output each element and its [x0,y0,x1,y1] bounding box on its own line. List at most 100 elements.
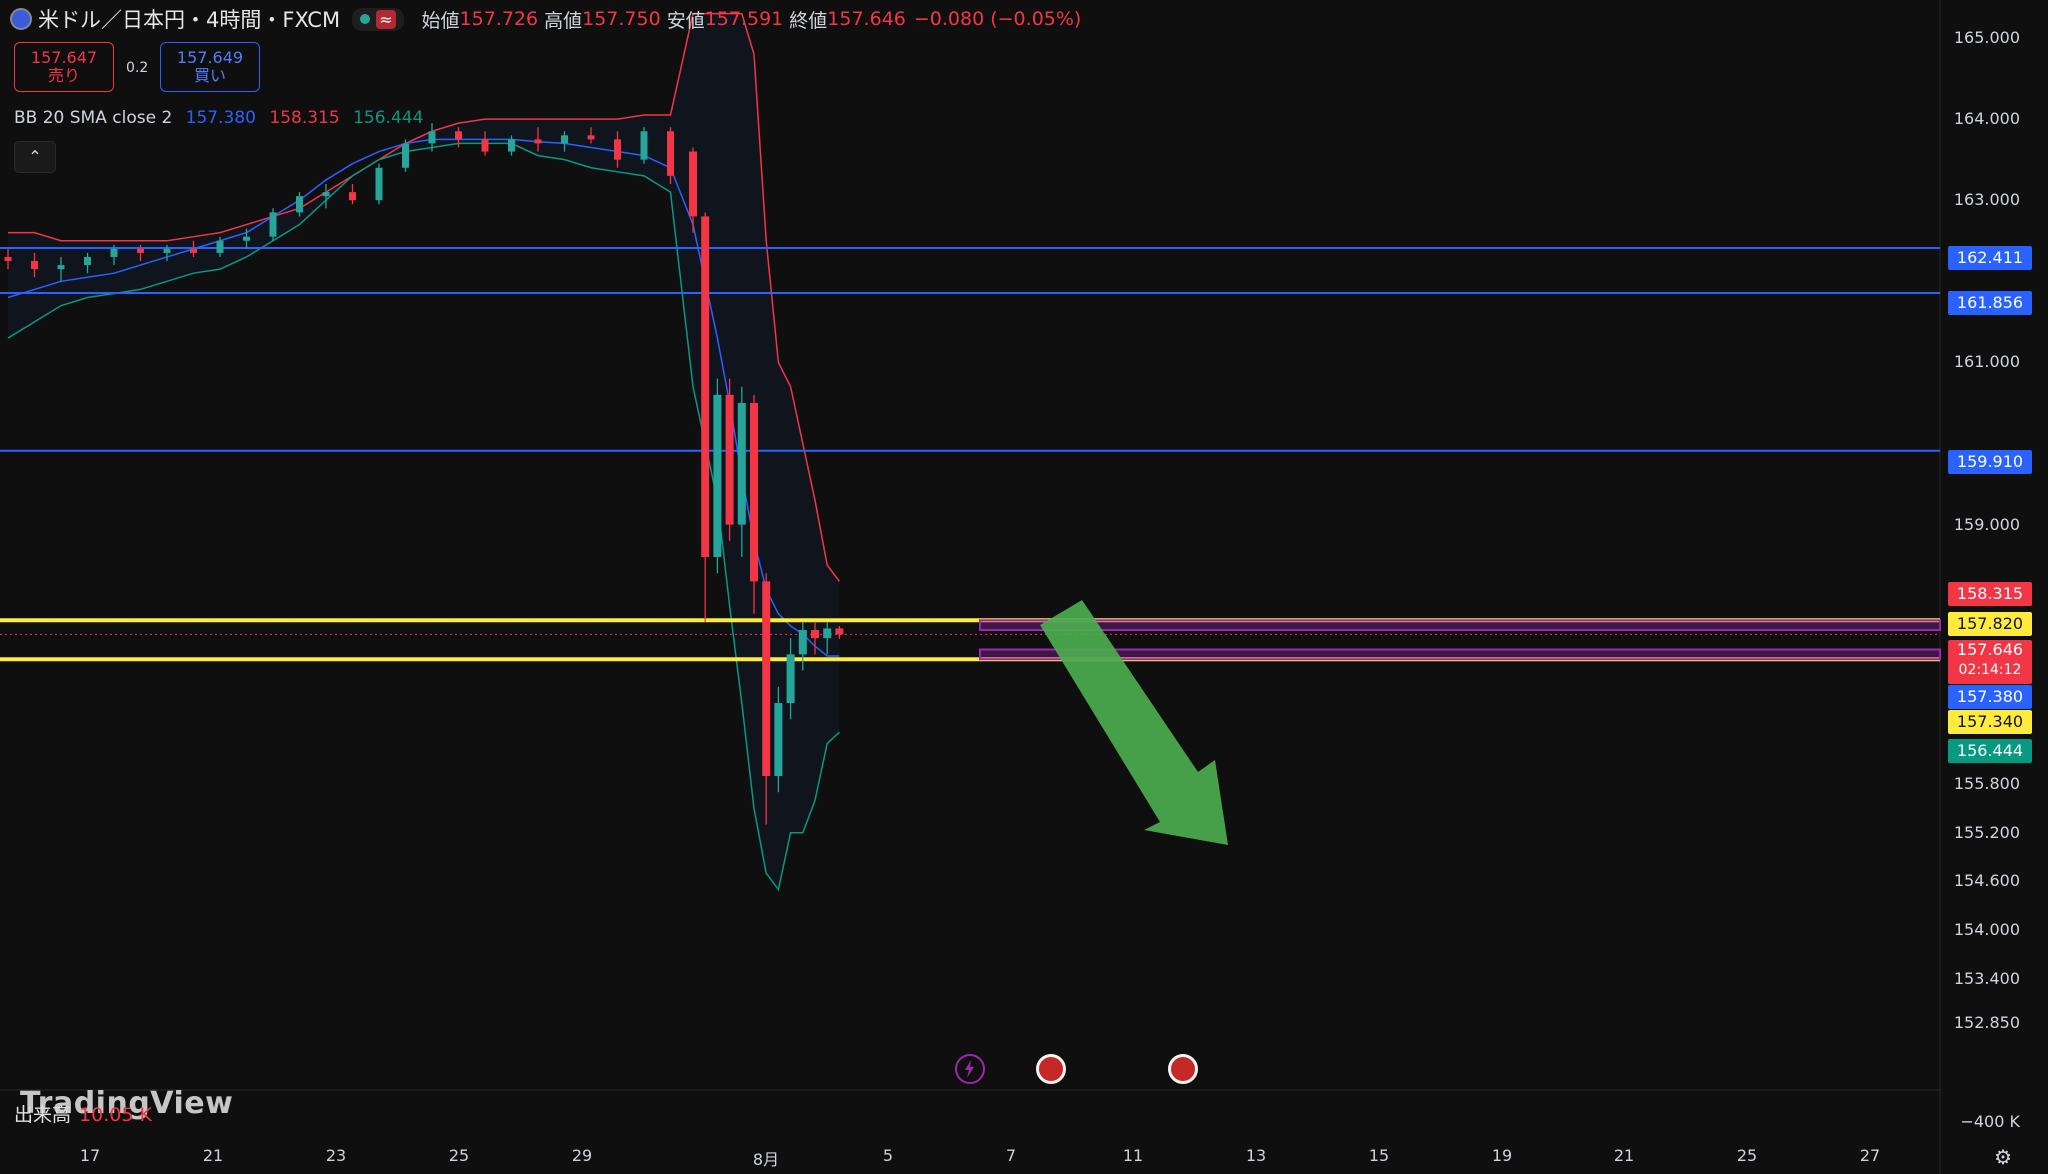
candle-body [84,256,91,266]
candle-body [216,240,224,253]
time-tick-label: 17 [79,1146,101,1165]
open-label: 始値 [421,9,460,32]
wave-icon: ≈ [376,9,396,29]
us-flag-icon [10,8,32,30]
spread-value: 0.2 [126,60,149,76]
time-tick-label: 19 [1491,1146,1513,1165]
candle-body [689,151,697,217]
close-label: 終値 [789,9,828,32]
price-tick-label: 155.800 [1953,774,2020,794]
price-tag: 156.444 [1948,739,2032,763]
candle-body [428,131,436,144]
candle-body [786,654,795,704]
time-tick-label: 21 [1613,1146,1635,1165]
candle-body [349,192,356,201]
candle-body [455,131,462,140]
candle-body [823,628,832,639]
candle-body [713,394,722,558]
bb-basis-value: 157.380 [185,108,256,128]
trend-arrow [1040,600,1228,845]
price-tag: 157.380 [1948,685,2032,709]
candle-body [835,628,844,635]
price-zone [979,648,1941,661]
sell-label: 売り [47,66,80,85]
collapse-legend-button[interactable]: ⌃ [14,141,56,173]
buy-button[interactable]: 157.649 買い [160,42,260,92]
price-tick-label: 153.400 [1953,968,2020,988]
bollinger-legend[interactable]: BB 20 SMA close 2 157.380 158.315 156.44… [14,108,431,128]
time-tick-label: 8月 [752,1150,780,1169]
candle-body [667,131,674,176]
price-chart[interactable] [0,0,2048,1174]
candle-body [296,196,303,213]
candle-body [110,248,118,257]
price-tick-label: 163.000 [1953,190,2020,210]
symbol-title[interactable]: 米ドル／日本円・4時間・FXCM [38,4,340,34]
event-lightning-icon[interactable] [955,1054,985,1084]
price-tick-label: 161.000 [1953,352,2020,372]
candle-body [137,248,144,253]
close-value: 157.646 [827,8,906,30]
time-tick-label: 29 [571,1146,593,1165]
market-status[interactable]: ≈ [352,7,404,31]
candle-body [269,212,277,237]
candle-body [4,256,12,262]
time-tick-label: 7 [1005,1146,1017,1165]
time-tick-label: 25 [1736,1146,1758,1165]
price-tag: 162.411 [1948,246,2032,270]
volume-axis-tick: −400 K [1960,1112,2020,1131]
time-tick-label: 25 [448,1146,470,1165]
time-tick-label: 15 [1368,1146,1390,1165]
sell-button[interactable]: 157.647 売り [14,42,114,92]
price-zone [979,619,1941,632]
candle-body [798,630,807,655]
high-value: 157.750 [582,8,661,30]
candle-body [811,630,819,639]
gear-icon[interactable]: ⚙ [1994,1145,2012,1169]
open-value: 157.726 [459,8,539,30]
candle-body [57,265,65,270]
candle-body [614,139,621,160]
candle-body [31,261,38,270]
candle-body [534,139,542,144]
time-tick-label: 21 [202,1146,224,1165]
change-value: −0.080 (−0.05%) [913,8,1082,30]
indicator-name: BB 20 SMA close 2 [14,108,173,128]
buy-label: 買い [193,66,226,85]
time-tick-label: 27 [1859,1146,1881,1165]
candle-body [774,703,783,777]
price-tick-label: 152.850 [1953,1013,2020,1033]
volume-legend: 出来高 10.05 K [14,1100,152,1127]
candle-body [587,135,595,140]
candle-body [375,167,383,201]
last-price-tag: 157.646 [1956,640,2024,659]
candle-body [750,402,758,582]
price-tag: 161.856 [1948,291,2032,315]
price-tag: 157.646 02:14:12 [1948,640,2032,684]
price-tag: 157.340 [1948,710,2032,734]
price-tag: 157.820 [1948,612,2032,636]
high-label: 高値 [544,9,583,32]
sell-price: 157.647 [30,48,98,67]
price-tick-label: 154.000 [1953,920,2020,940]
us-event-flag-icon[interactable] [1168,1054,1198,1084]
price-tick-label: 155.200 [1953,822,2020,842]
price-tag: 158.315 [1948,582,2032,606]
buy-price: 157.649 [176,48,244,67]
bar-countdown: 02:14:12 [1958,662,2022,678]
candle-body [725,394,734,525]
candle-body [701,216,710,558]
low-value: 157.591 [704,8,784,30]
low-label: 安値 [666,9,705,32]
candle-body [640,131,648,160]
bb-upper-value: 158.315 [269,108,340,128]
price-tick-label: 154.600 [1953,871,2020,891]
candle-body [322,192,330,197]
candle-body [402,143,409,168]
volume-label: 出来高 [14,1104,72,1126]
candle-body [190,248,197,253]
candle-body [561,135,568,144]
candle-body [737,402,746,525]
us-event-flag-icon[interactable] [1036,1054,1066,1084]
bb-lower-value: 156.444 [353,108,424,128]
